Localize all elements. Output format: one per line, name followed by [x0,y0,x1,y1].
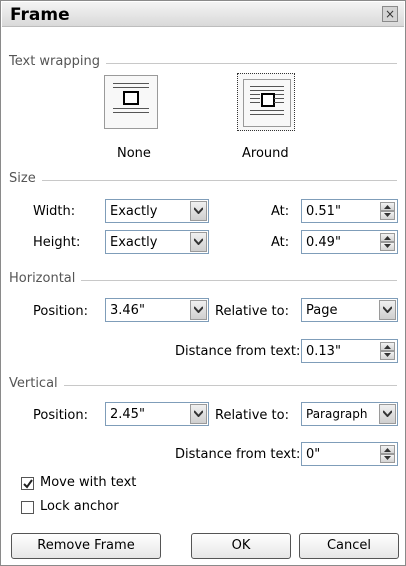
title-bar: Frame × [2,2,404,27]
vertical-divider [9,385,397,386]
move-with-text-checkbox[interactable] [21,477,34,490]
height-rule-value: Exactly [110,235,158,250]
vertical-position-label: Position: [33,408,88,423]
cancel-button[interactable]: Cancel [299,533,399,559]
move-with-text-label[interactable]: Move with text [40,475,136,490]
horizontal-relative-value: Page [306,303,338,318]
vertical-distance-spinner[interactable]: 0" [301,442,398,466]
vertical-heading: Vertical [9,376,64,391]
lock-anchor-checkbox[interactable] [21,501,34,514]
width-rule-value: Exactly [110,204,158,219]
chevron-down-icon[interactable] [379,300,396,320]
size-heading: Size [9,171,42,186]
wrap-around-label: Around [242,146,289,161]
vertical-relative-value: Paragraph [306,407,368,421]
ok-button[interactable]: OK [191,533,291,559]
horizontal-position-select[interactable]: 3.46" [105,298,209,322]
checkmark-icon [23,479,33,489]
horizontal-position-label: Position: [33,304,88,319]
vertical-distance-label: Distance from text: [175,447,301,462]
vertical-relative-select[interactable]: Paragraph [301,402,398,426]
spin-arrows-icon[interactable] [380,445,395,463]
wrap-none-option[interactable] [104,75,158,129]
horizontal-distance-value: 0.13" [306,344,341,359]
chevron-down-icon[interactable] [190,201,207,221]
width-rule-select[interactable]: Exactly [105,199,209,223]
spin-arrows-icon[interactable] [380,233,395,251]
height-at-value: 0.49" [306,235,341,250]
vertical-position-select[interactable]: 2.45" [105,402,209,426]
horizontal-relative-label: Relative to: [215,304,289,319]
horizontal-position-value: 3.46" [110,303,145,318]
wrap-none-icon [113,83,149,116]
chevron-down-icon[interactable] [190,232,207,252]
spin-arrows-icon[interactable] [380,342,395,360]
horizontal-heading: Horizontal [9,271,82,286]
chevron-down-icon[interactable] [190,300,207,320]
height-at-spinner[interactable]: 0.49" [301,230,398,254]
width-at-spinner[interactable]: 0.51" [301,199,398,223]
size-divider [9,180,397,181]
wrap-around-icon [243,79,291,127]
horizontal-distance-spinner[interactable]: 0.13" [301,339,398,363]
height-label: Height: [33,235,81,250]
remove-frame-button[interactable]: Remove Frame [11,533,161,559]
horizontal-relative-select[interactable]: Page [301,298,398,322]
frame-dialog: Frame × Text wrapping None Around Size W… [0,0,406,566]
chevron-down-icon[interactable] [190,404,207,424]
dialog-title: Frame [10,5,70,25]
close-icon: × [384,7,396,21]
width-at-label: At: [271,204,290,219]
horizontal-distance-label: Distance from text: [175,344,301,359]
width-label: Width: [33,204,76,219]
vertical-position-value: 2.45" [110,407,145,422]
height-rule-select[interactable]: Exactly [105,230,209,254]
chevron-down-icon[interactable] [379,404,396,424]
text-wrapping-heading: Text wrapping [9,54,106,69]
height-at-label: At: [271,235,290,250]
lock-anchor-label[interactable]: Lock anchor [40,499,119,514]
vertical-relative-label: Relative to: [215,408,289,423]
wrap-none-label: None [117,146,151,161]
spin-arrows-icon[interactable] [380,202,395,220]
wrap-around-option[interactable] [237,73,295,131]
vertical-distance-value: 0" [306,447,321,462]
close-button[interactable]: × [382,6,398,22]
width-at-value: 0.51" [306,204,341,219]
